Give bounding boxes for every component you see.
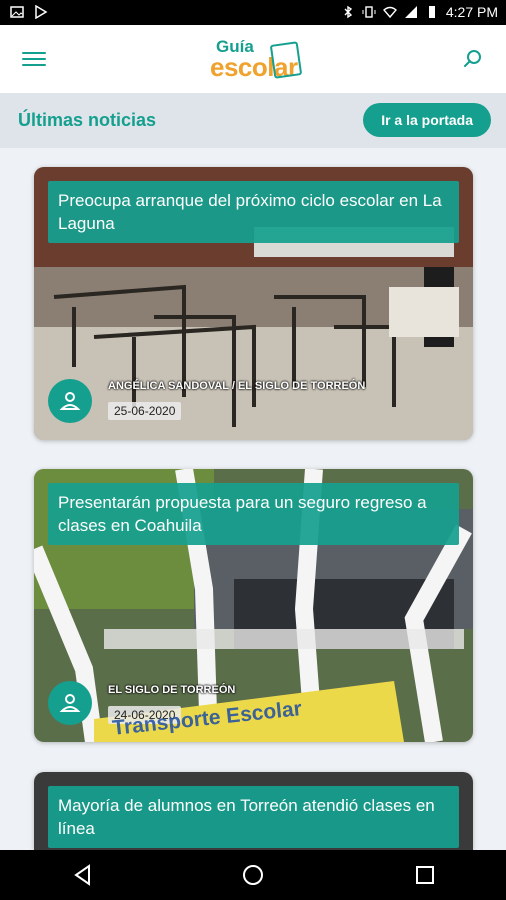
signal-icon (404, 6, 417, 18)
battery-icon (428, 6, 435, 18)
article-date: 25-06-2020 (108, 402, 182, 420)
wifi-icon (382, 6, 397, 19)
article-title: Presentarán propuesta para un seguro reg… (48, 483, 459, 545)
status-bar: 4:27 PM (0, 0, 506, 25)
section-header: Últimas noticias Ir a la portada (0, 93, 506, 148)
news-card[interactable]: Presentarán propuesta para un seguro reg… (34, 469, 473, 742)
logo-badge-icon (269, 41, 303, 79)
author-icon (48, 379, 92, 423)
status-time: 4:27 PM (445, 4, 498, 20)
hamburger-menu-icon[interactable] (22, 49, 46, 69)
bluetooth-icon (344, 5, 352, 19)
news-card[interactable]: Preocupa arranque del próximo ciclo esco… (34, 167, 473, 440)
article-author: ANGÉLICA SANDOVAL / EL SIGLO DE TORREÓN (108, 380, 366, 392)
article-title: Preocupa arranque del próximo ciclo esco… (48, 181, 459, 243)
play-store-icon (35, 5, 48, 19)
article-title: Mayoría de alumnos en Torreón atendió cl… (48, 786, 459, 848)
search-icon[interactable] (462, 48, 484, 70)
news-card[interactable]: Mayoría de alumnos en Torreón atendió cl… (34, 772, 473, 850)
author-icon (48, 681, 92, 725)
navigation-bar (0, 850, 506, 900)
article-author: EL SIGLO DE TORREÓN (108, 684, 236, 696)
section-title: Últimas noticias (18, 110, 157, 130)
go-to-homepage-button[interactable]: Ir a la portada (363, 103, 491, 137)
app-logo: Guía escolar (210, 35, 303, 83)
vibrate-icon (362, 6, 376, 18)
image-icon (10, 6, 24, 18)
app-bar: Guía escolar (0, 25, 506, 93)
home-icon[interactable] (240, 862, 266, 888)
recent-apps-icon[interactable] (412, 862, 438, 888)
back-icon[interactable] (70, 862, 96, 888)
